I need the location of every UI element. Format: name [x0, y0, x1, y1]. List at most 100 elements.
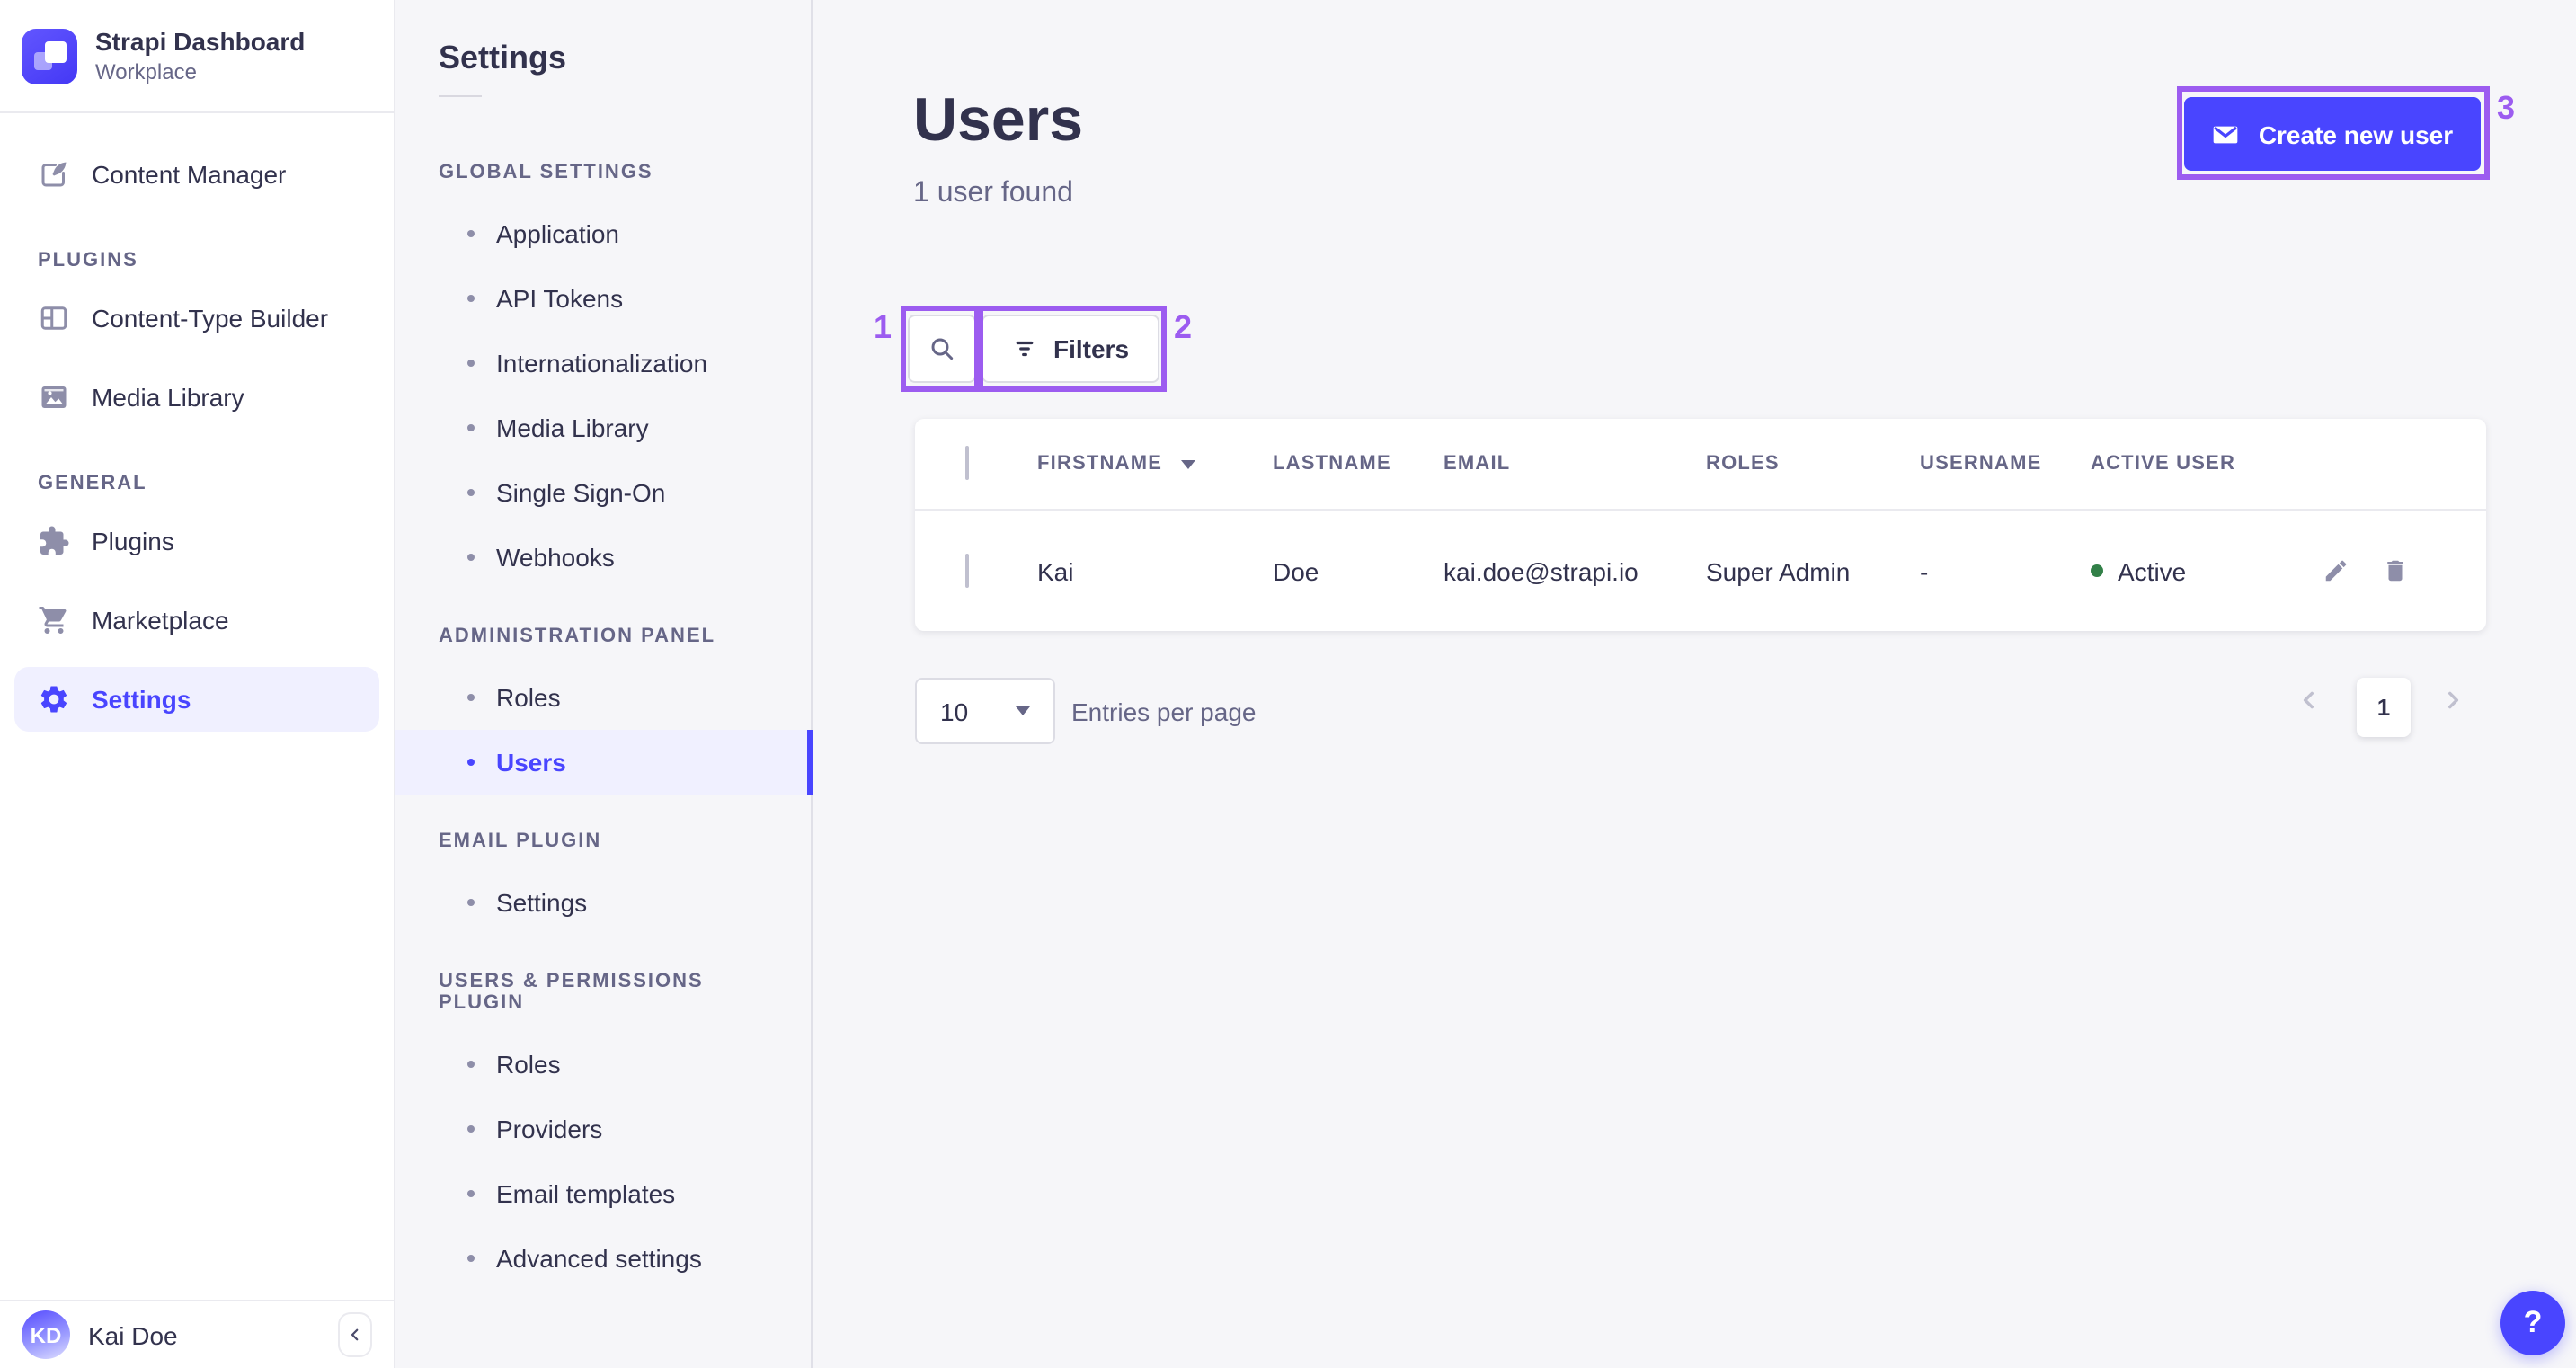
workspace-info: Strapi Dashboard Workplace	[95, 28, 305, 84]
select-all-checkbox[interactable]	[965, 446, 969, 480]
sidebar-item-content-type-builder[interactable]: Content-Type Builder	[14, 286, 379, 351]
subnav-title: Settings	[439, 40, 567, 76]
filter-icon	[1012, 336, 1037, 361]
cell-status: Active	[2091, 556, 2315, 585]
subnav-item-api-tokens[interactable]: API Tokens	[395, 266, 811, 331]
subnav-item-webhooks[interactable]: Webhooks	[395, 525, 811, 590]
filters-button[interactable]: Filters	[982, 315, 1160, 383]
row-actions	[2315, 557, 2486, 584]
subnav-item-email-templates[interactable]: Email templates	[395, 1161, 811, 1226]
next-page-button[interactable]	[2441, 688, 2465, 712]
subnav-item-label: Advanced settings	[496, 1244, 702, 1273]
column-header-username: USERNAME	[1920, 453, 2042, 475]
cell-firstname: Kai	[1037, 556, 1074, 585]
bullet-icon	[467, 1255, 475, 1262]
sidebar-nav: Content Manager PLUGINS Content-Type Bui…	[0, 113, 394, 732]
subnav-item-label: Single Sign-On	[496, 478, 666, 507]
cell-lastname: Doe	[1273, 556, 1319, 585]
table-row[interactable]: Kai Doe kai.doe@strapi.io Super Admin - …	[915, 509, 2486, 631]
column-header-firstname[interactable]: FIRSTNAME	[1037, 453, 1273, 475]
subnav-item-roles-admin[interactable]: Roles	[395, 665, 811, 730]
page-size-value: 10	[940, 697, 969, 725]
cell-roles: Super Admin	[1706, 556, 1851, 585]
subnav-item-roles-up[interactable]: Roles	[395, 1032, 811, 1097]
subnav-item-users[interactable]: Users	[395, 730, 813, 795]
sidebar-item-media-library[interactable]: Media Library	[14, 365, 379, 430]
subnav-list: Settings	[395, 870, 811, 935]
avatar[interactable]: KD	[22, 1310, 70, 1359]
bullet-icon	[467, 424, 475, 431]
mail-icon	[2212, 120, 2241, 148]
content-type-builder-icon	[38, 302, 70, 334]
subnav-section-global-settings: GLOBAL SETTINGS	[439, 162, 653, 183]
collapse-sidebar-button[interactable]	[338, 1312, 372, 1357]
subnav-item-label: Providers	[496, 1115, 603, 1143]
subnav-item-media-library[interactable]: Media Library	[395, 395, 811, 460]
subnav-item-label: Roles	[496, 683, 561, 712]
gear-icon	[38, 683, 70, 715]
subnav-item-label: Email templates	[496, 1179, 676, 1208]
sidebar-item-label: Marketplace	[92, 606, 229, 635]
trash-icon	[2382, 557, 2409, 584]
bullet-icon	[467, 360, 475, 367]
sidebar-item-settings[interactable]: Settings	[14, 667, 379, 732]
sidebar-item-label: Plugins	[92, 527, 174, 555]
bullet-icon	[467, 694, 475, 701]
bullet-icon	[467, 1061, 475, 1068]
subnav-item-providers[interactable]: Providers	[395, 1097, 811, 1161]
cell-email: kai.doe@strapi.io	[1443, 556, 1639, 585]
column-header-lastname: LASTNAME	[1273, 453, 1391, 475]
column-header-active-user: ACTIVE USER	[2091, 453, 2236, 475]
subnav-item-single-sign-on[interactable]: Single Sign-On	[395, 460, 811, 525]
subnav-section-email-plugin: EMAIL PLUGIN	[439, 831, 602, 852]
bullet-icon	[467, 230, 475, 237]
app-title: Strapi Dashboard	[95, 27, 306, 57]
content-manager-icon	[38, 158, 70, 191]
column-header-email: EMAIL	[1443, 453, 1511, 475]
search-icon	[928, 334, 956, 363]
subnav-list: Roles Providers Email templates Advanced…	[395, 1032, 811, 1291]
bullet-icon	[467, 295, 475, 302]
subnav-item-internationalization[interactable]: Internationalization	[395, 331, 811, 395]
page-number-1[interactable]: 1	[2357, 678, 2411, 737]
row-checkbox[interactable]	[965, 553, 969, 587]
divider	[439, 95, 482, 97]
sidebar-section-general: GENERAL	[38, 473, 147, 494]
bullet-icon	[467, 489, 475, 496]
sidebar-item-plugins[interactable]: Plugins	[14, 509, 379, 573]
settings-subnav: Settings GLOBAL SETTINGS Application API…	[395, 0, 813, 1368]
delete-user-button[interactable]	[2382, 557, 2409, 584]
subnav-item-label: Application	[496, 219, 619, 248]
sidebar-item-label: Media Library	[92, 383, 244, 412]
active-status-dot-icon	[2091, 564, 2103, 577]
subnav-item-label: Media Library	[496, 413, 649, 442]
annotation-label-2: 2	[1174, 309, 1193, 345]
help-button[interactable]: ?	[2500, 1291, 2565, 1355]
strapi-dashboard: Strapi Dashboard Workplace Content Manag…	[0, 0, 2576, 1368]
subnav-item-email-settings[interactable]: Settings	[395, 870, 811, 935]
subnav-item-application[interactable]: Application	[395, 201, 811, 266]
subnav-item-label: Roles	[496, 1050, 561, 1079]
column-header-roles: ROLES	[1706, 453, 1780, 475]
page-title: Users	[913, 86, 1084, 155]
sidebar-section-plugins: PLUGINS	[38, 250, 138, 271]
annotation-label-3: 3	[2497, 90, 2516, 126]
previous-page-button[interactable]	[2297, 688, 2321, 712]
status-label: Active	[2118, 556, 2187, 585]
page-size-select[interactable]: 10	[915, 678, 1055, 744]
search-button[interactable]	[908, 315, 976, 383]
subnav-section-administration-panel: ADMINISTRATION PANEL	[439, 626, 716, 647]
subnav-item-label: Webhooks	[496, 543, 615, 572]
sidebar-item-marketplace[interactable]: Marketplace	[14, 588, 379, 653]
table-header-row: FIRSTNAME LASTNAME EMAIL ROLES USERNAME …	[915, 419, 2486, 509]
create-new-user-button[interactable]: Create new user	[2184, 97, 2481, 171]
main-sidebar: Strapi Dashboard Workplace Content Manag…	[0, 0, 395, 1368]
subnav-item-advanced-settings[interactable]: Advanced settings	[395, 1226, 811, 1291]
main-content: Users 1 user found Create new user Filte…	[813, 0, 2576, 1368]
workspace-header[interactable]: Strapi Dashboard Workplace	[0, 0, 394, 113]
chevron-left-icon	[2297, 688, 2321, 712]
edit-user-button[interactable]	[2323, 557, 2349, 584]
subnav-section-users-permissions-plugin: USERS & PERMISSIONS PLUGIN	[439, 971, 704, 1014]
sidebar-item-content-manager[interactable]: Content Manager	[14, 142, 379, 207]
chevron-down-icon	[1016, 706, 1030, 715]
